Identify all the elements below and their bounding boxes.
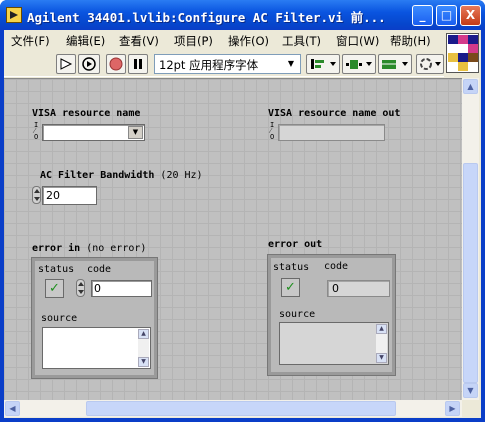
error-out-code-value: 0 — [332, 282, 339, 295]
horizontal-scroll-thumb[interactable] — [86, 401, 396, 416]
error-in-default: (no error) — [86, 243, 147, 254]
error-in-code-input[interactable]: 0 — [91, 280, 152, 297]
menu-view[interactable]: 查看(V) — [119, 33, 159, 49]
ac-filter-bandwidth-input[interactable]: 20 — [42, 186, 97, 205]
ac-filter-bandwidth-value: 20 — [46, 189, 60, 202]
checkmark-icon: ✓ — [285, 280, 296, 295]
menu-edit[interactable]: 编辑(E) — [66, 33, 105, 49]
scroll-down-icon[interactable]: ▼ — [138, 357, 149, 367]
error-in-cluster: status code ✓ 0 source ▲ ▼ — [31, 257, 158, 379]
abort-icon[interactable] — [106, 54, 126, 74]
distribute-objects-icon[interactable] — [342, 54, 376, 74]
vertical-scroll-thumb[interactable] — [463, 163, 478, 383]
menu-window[interactable]: 窗口(W) — [336, 33, 379, 49]
ac-filter-bandwidth-label-text: AC Filter Bandwidth — [40, 170, 155, 181]
error-in-source-input[interactable]: ▲ ▼ — [42, 327, 151, 369]
error-in-source-label: source — [41, 313, 78, 324]
menu-tools[interactable]: 工具(T) — [282, 33, 321, 49]
error-out-source-label: source — [279, 309, 316, 320]
maximize-button[interactable]: □ — [436, 5, 457, 26]
error-out-status-label: status — [273, 262, 310, 273]
error-out-cluster: status code ✓ 0 source ▲ ▼ — [267, 254, 396, 376]
minimize-button[interactable]: _ — [412, 5, 433, 26]
menu-bar: 文件(F) 编辑(E) 查看(V) 项目(P) 操作(O) 工具(T) 窗口(W… — [4, 30, 444, 50]
pause-icon[interactable] — [128, 54, 148, 74]
horizontal-scrollbar[interactable]: ◀ ▶ — [4, 400, 462, 417]
error-in-code-spinner[interactable] — [76, 279, 85, 297]
font-select[interactable]: 12pt 应用程序字体 ▼ — [154, 54, 301, 74]
window-title: Agilent 34401.lvlib:Configure AC Filter.… — [27, 10, 386, 25]
vertical-scrollbar[interactable]: ▲ ▼ — [462, 78, 479, 400]
reorder-icon[interactable] — [416, 54, 444, 74]
error-in-status-checkbox[interactable]: ✓ — [45, 279, 64, 298]
io-icon: I ⁄ O — [34, 121, 39, 141]
vi-connector-pane-icon[interactable] — [446, 33, 479, 73]
window-client: 文件(F) 编辑(E) 查看(V) 项目(P) 操作(O) 工具(T) 窗口(W… — [4, 30, 481, 418]
run-continuously-icon[interactable] — [78, 54, 100, 74]
checkmark-icon: ✓ — [49, 281, 60, 296]
error-out-label: error out — [268, 239, 323, 250]
align-objects-icon[interactable] — [306, 54, 340, 74]
error-in-code-label: code — [87, 264, 112, 275]
front-panel: VISA resource name I ⁄ O ▼ VISA resource n… — [4, 78, 462, 400]
error-in-code-value: 0 — [94, 282, 101, 295]
error-out-code-label: code — [324, 261, 349, 272]
error-out-source-indicator: ▲ ▼ — [279, 322, 389, 365]
error-in-status-label: status — [38, 264, 75, 275]
ac-filter-bandwidth-default: (20 Hz) — [160, 170, 203, 181]
labview-app-icon — [6, 7, 22, 23]
visa-resource-name-out-label: VISA resource name out — [268, 108, 401, 119]
window: Agilent 34401.lvlib:Configure AC Filter.… — [0, 0, 485, 422]
resize-objects-icon[interactable] — [378, 54, 412, 74]
scroll-down-icon[interactable]: ▼ — [376, 353, 387, 363]
scroll-up-icon[interactable]: ▲ — [463, 79, 478, 94]
error-in-label: error in (no error) — [32, 243, 146, 254]
chevron-down-icon[interactable]: ▼ — [128, 126, 143, 139]
title-bar[interactable]: Agilent 34401.lvlib:Configure AC Filter.… — [0, 0, 485, 30]
close-button[interactable]: X — [460, 5, 481, 26]
toolbar: 12pt 应用程序字体 ▼ — [4, 51, 444, 77]
scroll-up-icon[interactable]: ▲ — [138, 329, 149, 339]
increment-decrement-spinner[interactable] — [32, 186, 41, 204]
visa-resource-name-label: VISA resource name — [32, 108, 141, 119]
scroll-down-icon[interactable]: ▼ — [463, 383, 478, 398]
visa-resource-name-input[interactable]: ▼ — [42, 124, 145, 141]
error-in-label-text: error in — [32, 243, 81, 254]
chevron-down-icon: ▼ — [287, 59, 295, 68]
io-icon: I ⁄ O — [270, 121, 275, 141]
scroll-right-icon[interactable]: ▶ — [445, 401, 460, 416]
menu-project[interactable]: 项目(P) — [174, 33, 213, 49]
ac-filter-bandwidth-label: AC Filter Bandwidth (20 Hz) — [40, 170, 203, 181]
run-arrow-icon[interactable] — [56, 54, 76, 74]
error-out-code-indicator: 0 — [327, 280, 390, 297]
font-select-value: 12pt 应用程序字体 — [159, 58, 259, 72]
menu-file[interactable]: 文件(F) — [11, 33, 50, 49]
error-out-status-indicator: ✓ — [281, 278, 300, 297]
scroll-left-icon[interactable]: ◀ — [5, 401, 20, 416]
error-in-source-scrollbar[interactable]: ▲ ▼ — [138, 329, 149, 367]
error-out-source-scrollbar[interactable]: ▲ ▼ — [376, 324, 387, 363]
scroll-up-icon[interactable]: ▲ — [376, 324, 387, 334]
visa-resource-name-out-indicator — [278, 124, 385, 141]
menu-operate[interactable]: 操作(O) — [228, 33, 269, 49]
menu-help[interactable]: 帮助(H) — [390, 33, 431, 49]
